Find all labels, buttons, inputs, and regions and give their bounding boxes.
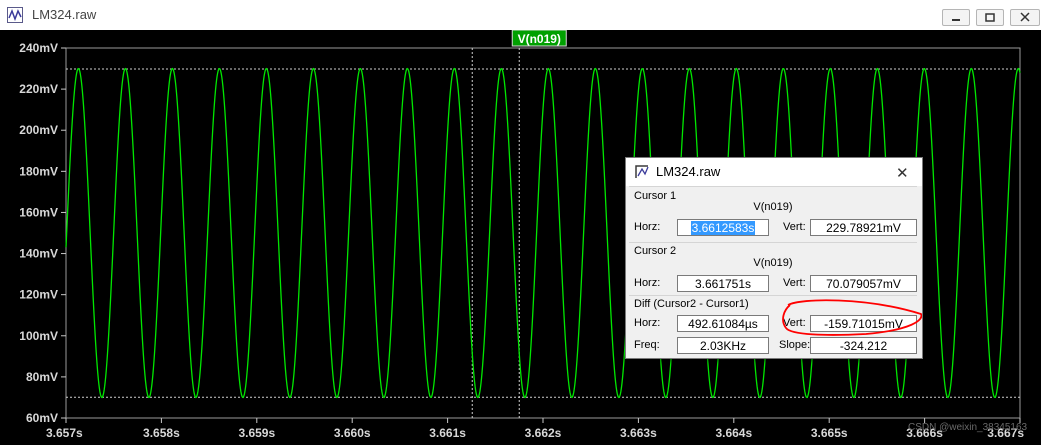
cursor1-vert-label: Vert:	[783, 221, 806, 233]
y-tick-label: 100mV	[19, 329, 58, 343]
dialog-title: LM324.raw	[656, 164, 721, 179]
cursor2-trace-label: V(n019)	[753, 257, 793, 269]
diff-vert-field[interactable]: -159.71015mV	[810, 315, 917, 332]
cursor-dialog-icon	[635, 165, 649, 178]
minimize-button[interactable]	[942, 9, 970, 26]
trace-label: V(n019)	[518, 32, 561, 46]
x-tick-label: 3.663s	[620, 426, 657, 440]
y-tick-label: 140mV	[19, 247, 58, 261]
x-tick-label: 3.665s	[811, 426, 848, 440]
cursor2-vert-field[interactable]: 70.079057mV	[810, 275, 917, 292]
diff-slope-field[interactable]: -324.212	[810, 337, 917, 354]
restore-button[interactable]	[976, 9, 1004, 26]
y-tick-label: 220mV	[19, 82, 58, 96]
waveform-app-icon	[7, 7, 23, 23]
y-tick-label: 120mV	[19, 288, 58, 302]
cursor2-group: Cursor 2 V(n019) Horz: 3.661751s Vert: 7…	[629, 242, 917, 301]
restore-icon	[985, 13, 995, 22]
minimize-icon	[952, 19, 960, 21]
diff-horz-label: Horz:	[634, 317, 661, 329]
y-tick-label: 160mV	[19, 205, 58, 219]
x-tick-label: 3.662s	[525, 426, 562, 440]
x-tick-label: 3.664s	[715, 426, 752, 440]
cursor2-vert-label: Vert:	[783, 277, 806, 289]
close-icon[interactable]: ✕	[896, 164, 909, 182]
diff-freq-field[interactable]: 2.03KHz	[677, 337, 769, 354]
close-icon	[1020, 12, 1030, 22]
cursor1-trace-label: V(n019)	[753, 201, 793, 213]
cursor-dialog: LM324.raw ✕ Cursor 1 V(n019) Horz: 3.661…	[625, 157, 923, 359]
diff-horz-field[interactable]: 492.61084µs	[677, 315, 769, 332]
close-window-button[interactable]	[1010, 9, 1040, 26]
y-tick-label: 200mV	[19, 123, 58, 137]
window-title: LM324.raw	[32, 7, 97, 22]
diff-group-title: Diff (Cursor2 - Cursor1)	[634, 298, 749, 310]
diff-group: Diff (Cursor2 - Cursor1) Horz: 492.61084…	[629, 295, 917, 358]
x-tick-label: 3.660s	[334, 426, 371, 440]
cursor2-group-title: Cursor 2	[634, 245, 677, 257]
x-tick-label: 3.658s	[143, 426, 180, 440]
diff-slope-label: Slope:	[779, 339, 811, 351]
y-tick-label: 60mV	[26, 411, 58, 425]
y-tick-label: 80mV	[26, 370, 58, 384]
cursor1-horz-value: 3.6612583s	[690, 221, 756, 235]
cursor1-horz-field[interactable]: 3.6612583s	[677, 219, 769, 236]
y-tick-label: 180mV	[19, 164, 58, 178]
cursor2-horz-label: Horz:	[634, 277, 661, 289]
cursor1-horz-label: Horz:	[634, 221, 661, 233]
y-tick-label: 240mV	[19, 41, 58, 55]
x-tick-label: 3.659s	[238, 426, 275, 440]
dialog-titlebar[interactable]: LM324.raw ✕	[626, 158, 922, 186]
cursor1-group: Cursor 1 V(n019) Horz: 3.6612583s Vert: …	[629, 186, 917, 246]
x-tick-label: 3.657s	[46, 426, 83, 440]
window-titlebar: LM324.raw	[0, 0, 1041, 30]
x-tick-label: 3.661s	[429, 426, 466, 440]
cursor2-horz-field[interactable]: 3.661751s	[677, 275, 769, 292]
cursor1-vert-field[interactable]: 229.78921mV	[810, 219, 917, 236]
diff-freq-label: Freq:	[634, 339, 660, 351]
diff-vert-label: Vert:	[783, 317, 806, 329]
watermark: CSDN @weixin_38345163	[908, 422, 1028, 433]
